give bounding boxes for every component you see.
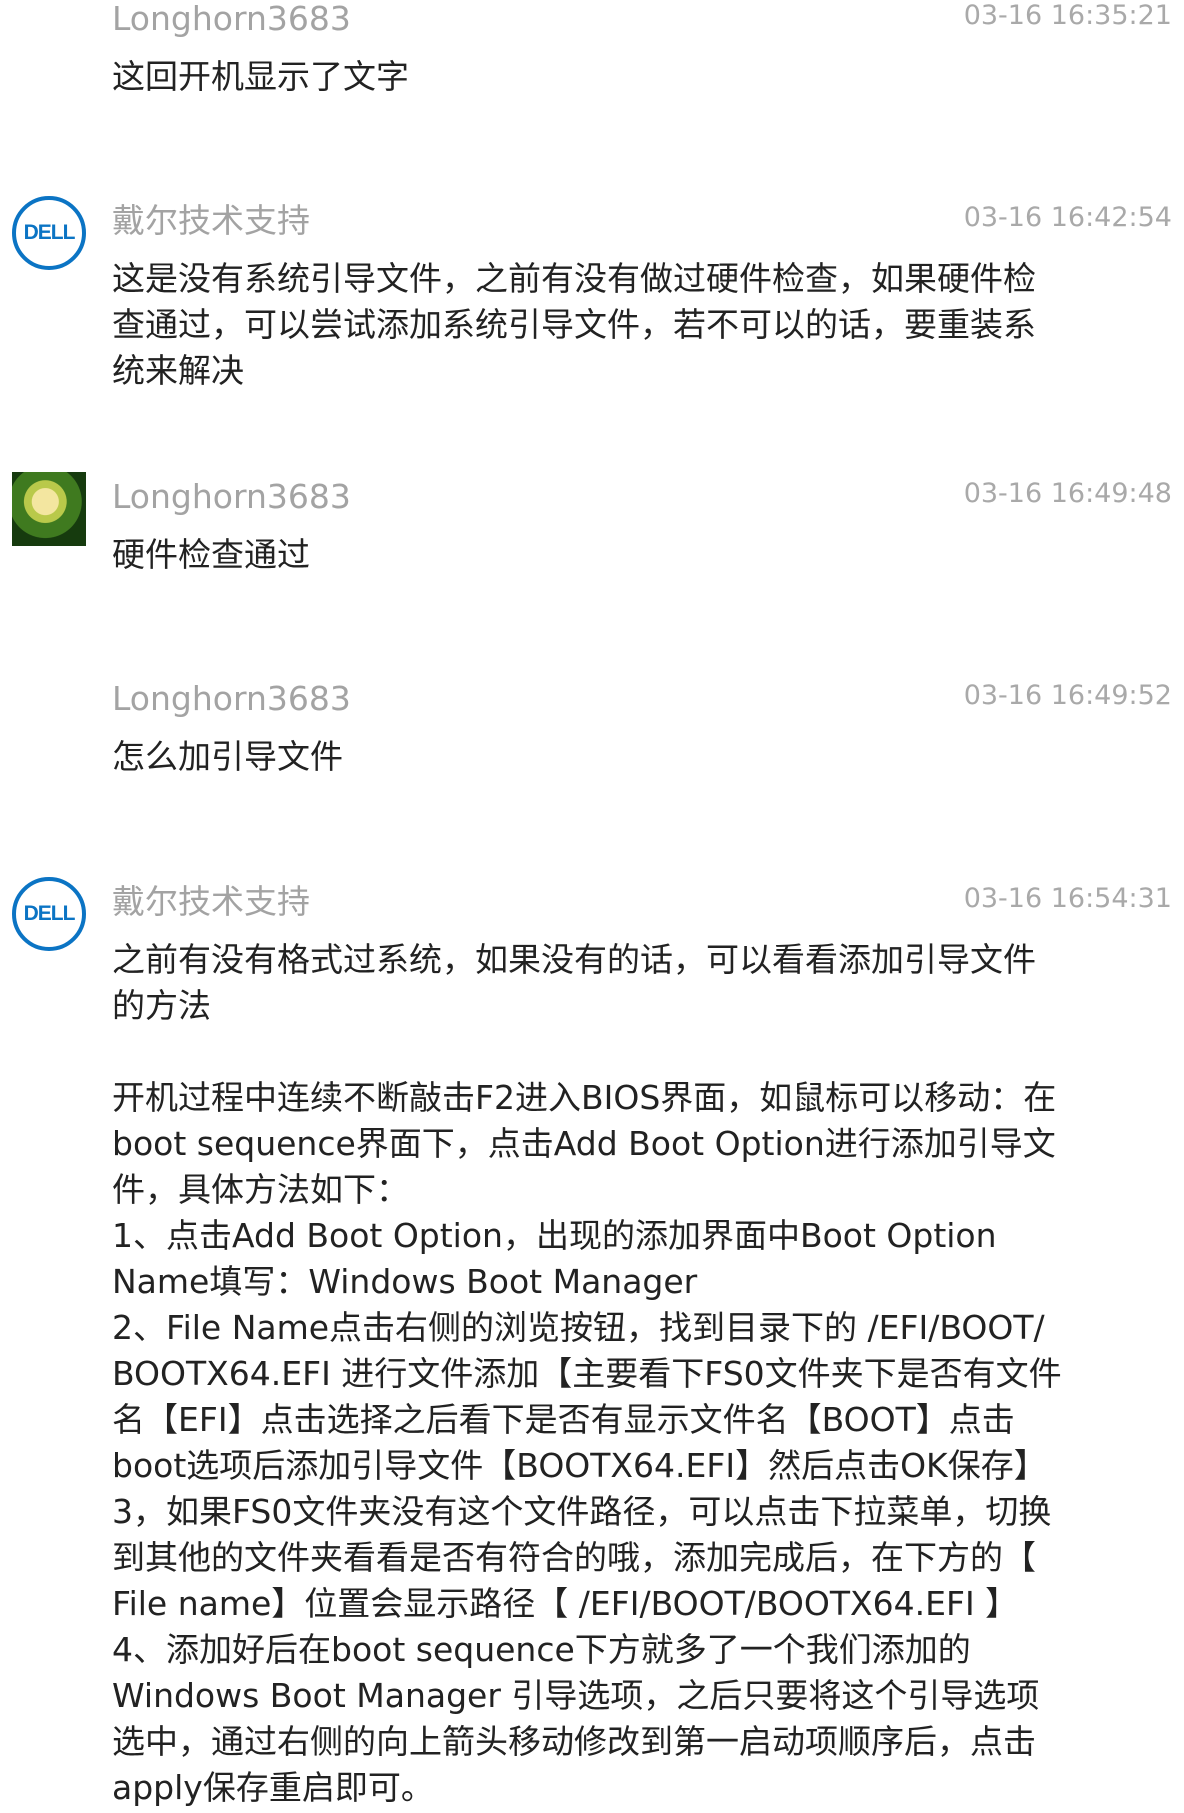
message-timestamp: 03-16 16:49:48 [963,478,1172,509]
user-avatar-photo[interactable] [12,472,86,546]
message-timestamp: 03-16 16:42:54 [963,202,1172,233]
message-text: 硬件检查通过 [112,535,310,574]
sender-name[interactable]: Longhorn3683 [112,682,351,715]
message-text: 这是没有系统引导文件，之前有没有做过硬件检查，如果硬件检 查通过，可以尝试添加系… [112,259,1036,390]
sender-name[interactable]: Longhorn3683 [112,2,351,35]
message-text: 怎么加引导文件 [112,737,343,776]
message-timestamp: 03-16 16:54:31 [963,883,1172,914]
message-timestamp: 03-16 16:49:52 [963,680,1172,711]
dell-logo-avatar[interactable]: DELL [12,877,86,951]
dell-logo-avatar[interactable]: DELL [12,196,86,270]
message-text: 这回开机显示了文字 [112,57,409,96]
sender-name[interactable]: Longhorn3683 [112,480,351,513]
message-text: 之前有没有格式过系统，如果没有的话，可以看看添加引导文件 的方法 开机过程中连续… [112,940,1062,1807]
dell-logo-icon: DELL [23,902,76,925]
message-timestamp: 03-16 16:35:21 [963,0,1172,31]
sender-name[interactable]: 戴尔技术支持 [112,885,310,918]
dell-logo-icon: DELL [23,221,76,244]
chat-feed: Longhorn3683 03-16 16:35:21 这回开机显示了文字 DE… [0,0,1184,1813]
sender-name[interactable]: 戴尔技术支持 [112,204,310,237]
